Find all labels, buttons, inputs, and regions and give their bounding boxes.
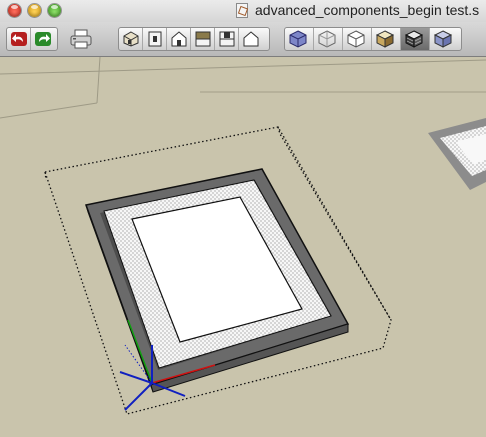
- right-view-button[interactable]: [191, 28, 215, 50]
- hidden-line-style-button[interactable]: [343, 28, 372, 50]
- shaded-textures-style-button[interactable]: [401, 28, 430, 50]
- views-toolbar: [118, 27, 270, 51]
- close-button[interactable]: [8, 4, 21, 17]
- print-button[interactable]: [68, 27, 96, 51]
- title-bar: advanced_components_begin test.s: [0, 0, 486, 22]
- top-view-icon: [148, 31, 162, 47]
- monochrome-style-button[interactable]: [430, 28, 459, 50]
- redo-button[interactable]: [31, 28, 55, 50]
- redo-arrow-icon: [35, 32, 51, 46]
- back-view-icon: [219, 31, 235, 47]
- styles-toolbar: [284, 27, 462, 51]
- left-view-button[interactable]: [239, 28, 263, 50]
- iso-view-button[interactable]: [119, 28, 143, 50]
- document-icon: [236, 3, 248, 18]
- top-view-button[interactable]: [143, 28, 167, 50]
- modeling-viewport[interactable]: [0, 57, 486, 437]
- wireframe-style-icon: [318, 30, 336, 48]
- back-view-button[interactable]: [215, 28, 239, 50]
- right-view-icon: [195, 31, 211, 47]
- iso-view-icon: [123, 31, 139, 47]
- zoom-button[interactable]: [48, 4, 61, 17]
- minimize-button[interactable]: [28, 4, 41, 17]
- wireframe-style-button[interactable]: [314, 28, 343, 50]
- window-title: advanced_components_begin test.s: [255, 2, 480, 18]
- front-view-icon: [171, 31, 187, 47]
- undo-redo-group: [6, 27, 58, 51]
- undo-arrow-icon: [11, 32, 27, 46]
- shaded-style-icon: [375, 30, 395, 48]
- hidden-line-style-icon: [347, 30, 365, 48]
- monochrome-style-icon: [433, 30, 453, 48]
- xray-style-icon: [289, 30, 307, 48]
- undo-button[interactable]: [7, 28, 31, 50]
- left-view-icon: [243, 31, 259, 47]
- sketchup-window: advanced_components_begin test.s: [0, 0, 486, 437]
- shaded-textures-style-icon: [404, 30, 424, 48]
- front-view-button[interactable]: [167, 28, 191, 50]
- shaded-style-button[interactable]: [372, 28, 401, 50]
- xray-style-button[interactable]: [285, 28, 314, 50]
- printer-icon: [70, 29, 92, 49]
